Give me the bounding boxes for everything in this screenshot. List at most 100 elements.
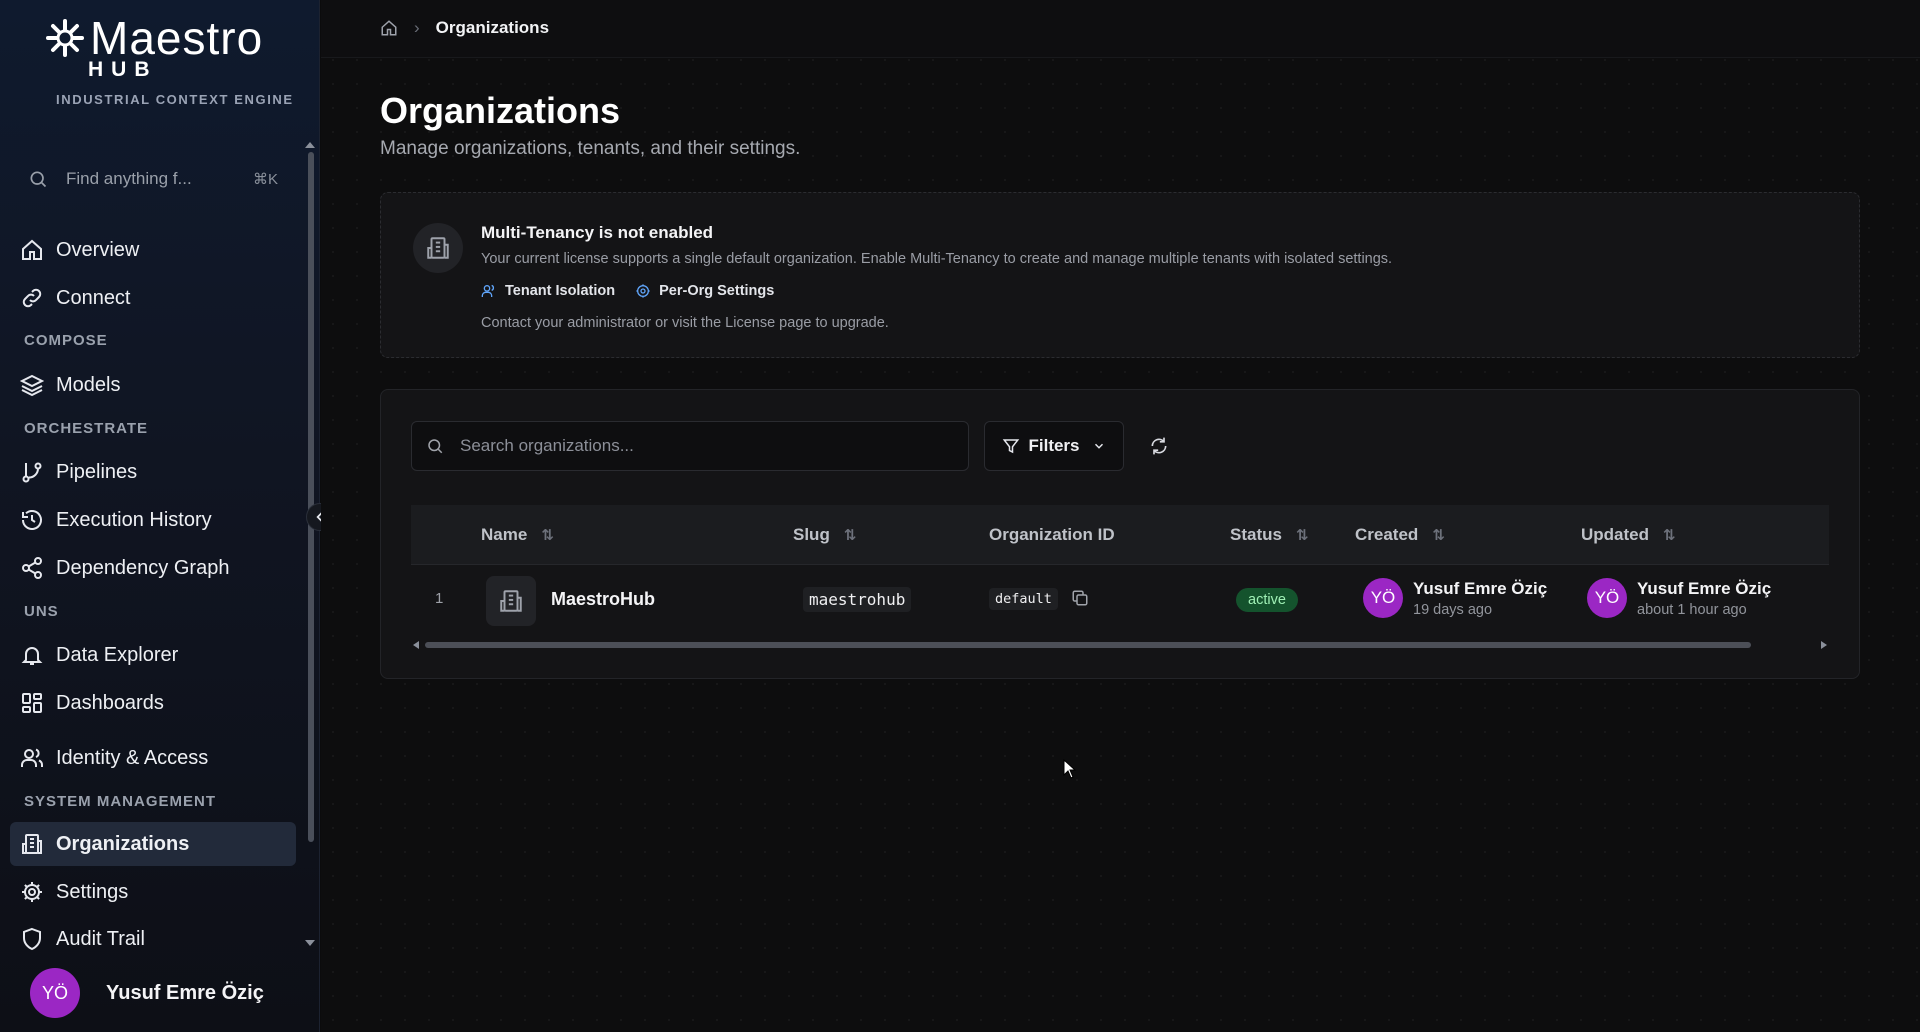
sort-icon[interactable]: ⇅	[844, 526, 857, 544]
column-header-updated[interactable]: Updated ⇅	[1581, 525, 1676, 545]
scroll-right-arrow-icon[interactable]	[1821, 641, 1827, 649]
feature-per-org-settings: Per-Org Settings	[635, 283, 774, 299]
filters-label: Filters	[1028, 436, 1080, 455]
breadcrumb: › Organizations	[380, 18, 549, 38]
sort-icon[interactable]: ⇅	[1432, 526, 1445, 544]
column-header-slug[interactable]: Slug ⇅	[793, 525, 856, 545]
sidebar-item-label: Settings	[56, 880, 129, 903]
organization-id: default	[989, 588, 1058, 610]
scroll-left-arrow-icon[interactable]	[413, 641, 419, 649]
gear-icon	[636, 284, 650, 298]
users-icon	[21, 748, 44, 767]
notice-footer: Contact your administrator or visit the …	[481, 315, 889, 331]
sort-icon[interactable]: ⇅	[541, 526, 554, 544]
column-label: Name	[481, 525, 528, 544]
main-content: › Organizations Organizations Manage org…	[321, 0, 1920, 1032]
status-badge: active	[1236, 588, 1298, 612]
column-label: Status	[1230, 525, 1282, 544]
sidebar: Maestro HUB INDUSTRIAL CONTEXT ENGINE Fi…	[0, 0, 320, 1032]
sidebar-item-label: Dashboards	[56, 691, 164, 714]
section-uns: UNS	[24, 603, 59, 620]
bell-icon	[21, 647, 43, 665]
scroll-down-arrow-icon[interactable]	[305, 940, 315, 946]
organization-name[interactable]: MaestroHub	[551, 589, 655, 610]
user-name: Yusuf Emre Öziç	[106, 981, 264, 1004]
sidebar-item-label: Identity & Access	[56, 746, 209, 769]
multi-tenancy-notice: Multi-Tenancy is not enabled Your curren…	[380, 192, 1860, 358]
scroll-up-arrow-icon[interactable]	[305, 142, 315, 148]
brand-sub: HUB	[88, 58, 158, 81]
git-branch-icon	[22, 462, 42, 483]
updated-time: about 1 hour ago	[1637, 601, 1747, 618]
sidebar-item-dashboards[interactable]: Dashboards	[10, 681, 296, 725]
organization-slug: maestrohub	[803, 587, 912, 612]
breadcrumb-current: Organizations	[435, 18, 550, 37]
column-header-organization-id: Organization ID	[989, 525, 1115, 545]
sidebar-item-dependency-graph[interactable]: Dependency Graph	[10, 546, 296, 590]
table-horizontal-scrollbar[interactable]	[411, 639, 1829, 651]
sidebar-item-identity-access[interactable]: Identity & Access	[10, 736, 296, 780]
page-title: Organizations	[380, 90, 621, 131]
mouse-cursor-icon	[1063, 759, 1077, 779]
page-subtitle: Manage organizations, tenants, and their…	[380, 138, 801, 159]
user-profile[interactable]: YÖ Yusuf Emre Öziç	[30, 968, 264, 1018]
link-icon	[22, 288, 42, 308]
brand-logo[interactable]: Maestro HUB INDUSTRIAL CONTEXT ENGINE	[44, 12, 292, 110]
updated-by-name: Yusuf Emre Öziç	[1637, 578, 1772, 598]
created-time: 19 days ago	[1413, 601, 1493, 618]
sort-icon[interactable]: ⇅	[1296, 526, 1309, 544]
notice-text: Your current license supports a single d…	[481, 251, 1393, 267]
sidebar-item-label: Execution History	[56, 508, 212, 531]
column-header-status[interactable]: Status ⇅	[1230, 525, 1309, 545]
column-header-created[interactable]: Created ⇅	[1355, 525, 1445, 545]
table-header: Name ⇅ Slug ⇅ Organization ID Status ⇅ Crea…	[411, 505, 1829, 565]
home-icon[interactable]	[380, 19, 398, 37]
table-scrollbar-thumb[interactable]	[425, 642, 1751, 648]
organizations-panel: Filters Name ⇅ Slug ⇅ Organization ID Stat…	[380, 389, 1860, 679]
sidebar-scrollbar-thumb[interactable]	[308, 152, 314, 842]
avatar: YÖ	[1363, 578, 1403, 618]
created-by-name: Yusuf Emre Öziç	[1413, 578, 1548, 598]
top-bar: › Organizations	[321, 0, 1920, 58]
filters-button[interactable]: Filters	[984, 421, 1124, 471]
section-compose: COMPOSE	[24, 332, 108, 349]
search-shortcut: ⌘K	[252, 171, 278, 188]
global-search-placeholder: Find anything f...	[66, 169, 192, 188]
column-label: Organization ID	[989, 525, 1115, 544]
sidebar-item-data-explorer[interactable]: Data Explorer	[10, 633, 296, 677]
sidebar-item-settings[interactable]: Settings	[10, 870, 296, 914]
sidebar-item-label: Overview	[56, 238, 140, 261]
column-header-name[interactable]: Name ⇅	[481, 525, 554, 545]
sidebar-item-models[interactable]: Models	[10, 363, 296, 407]
brand-name: Maestro	[90, 12, 264, 64]
copy-icon[interactable]	[1071, 589, 1089, 607]
sidebar-item-connect[interactable]: Connect	[10, 276, 296, 320]
notice-features: Tenant Isolation Per-Org Settings	[481, 283, 794, 299]
search-icon	[428, 439, 443, 454]
brand-tagline: INDUSTRIAL CONTEXT ENGINE	[56, 92, 294, 107]
notice-title: Multi-Tenancy is not enabled	[481, 223, 714, 242]
breadcrumb-separator-icon: ›	[414, 18, 420, 37]
created-by: YÖ Yusuf Emre Öziç 19 days ago	[1363, 578, 1547, 618]
sidebar-item-overview[interactable]: Overview	[10, 228, 296, 272]
sidebar-item-label: Data Explorer	[56, 643, 179, 666]
table-row[interactable]: 1 MaestroHub maestrohub default active Y…	[411, 566, 1829, 636]
avatar: YÖ	[30, 968, 80, 1018]
building-icon	[486, 576, 536, 626]
maestro-logo-icon	[46, 19, 84, 57]
home-icon	[22, 239, 42, 260]
feature-label: Per-Org Settings	[659, 283, 775, 299]
refresh-button[interactable]	[1134, 421, 1184, 471]
sidebar-item-execution-history[interactable]: Execution History	[10, 498, 296, 542]
sidebar-item-organizations[interactable]: Organizations	[10, 822, 296, 866]
sort-icon[interactable]: ⇅	[1663, 526, 1676, 544]
sidebar-item-audit-trail[interactable]: Audit Trail	[10, 917, 296, 961]
avatar: YÖ	[1587, 578, 1627, 618]
sidebar-item-label: Pipelines	[56, 460, 138, 483]
search-organizations[interactable]	[411, 421, 969, 471]
sidebar-item-label: Dependency Graph	[56, 556, 230, 579]
sidebar-item-pipelines[interactable]: Pipelines	[10, 450, 296, 494]
global-search[interactable]: Find anything f... ⌘K	[28, 162, 278, 196]
feature-label: Tenant Isolation	[505, 283, 616, 299]
search-input[interactable]	[460, 436, 940, 456]
